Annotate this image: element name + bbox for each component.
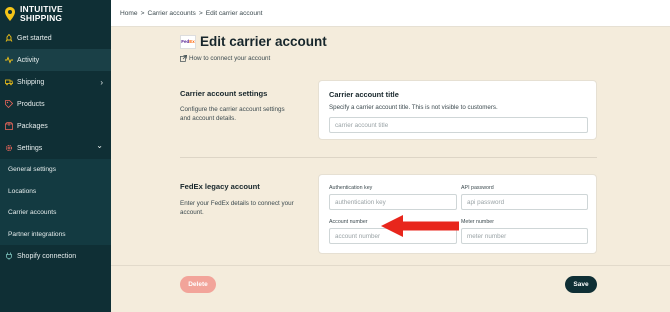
carrier-account-title-input[interactable] bbox=[329, 117, 588, 133]
chevron-down-icon: ⌄ bbox=[96, 141, 103, 150]
fedex-logo-ex: Ex bbox=[189, 39, 195, 44]
account-number-label: Account number bbox=[329, 219, 368, 225]
sidebar: INTUITIVE SHIPPING Get started Activity … bbox=[0, 0, 111, 312]
sidebar-item-label: Packages bbox=[17, 122, 48, 130]
location-pin-icon bbox=[5, 6, 15, 21]
section-divider bbox=[180, 157, 597, 158]
sidebar-nav: Get started Activity Shipping › Products bbox=[0, 27, 111, 267]
help-link[interactable]: How to connect your account bbox=[180, 55, 270, 62]
sidebar-item-packages[interactable]: Packages bbox=[0, 115, 111, 137]
box-icon bbox=[5, 122, 13, 130]
api-password-input[interactable] bbox=[461, 194, 588, 210]
meter-number-input[interactable] bbox=[461, 228, 588, 244]
breadcrumb-separator: > bbox=[198, 9, 203, 17]
sidebar-item-shipping[interactable]: Shipping › bbox=[0, 71, 111, 93]
sidebar-subitem-carrier-accounts[interactable]: Carrier accounts bbox=[0, 202, 111, 224]
breadcrumb-home[interactable]: Home bbox=[120, 10, 138, 17]
breadcrumb-current: Edit carrier account bbox=[205, 9, 263, 17]
chevron-right-icon: › bbox=[100, 78, 103, 87]
card-title: Carrier account title bbox=[329, 90, 399, 99]
sidebar-item-label: Settings bbox=[17, 144, 43, 152]
section-desc-settings: Configure the carrier account settings a… bbox=[180, 106, 285, 122]
sidebar-item-label: Shopify connection bbox=[17, 252, 77, 260]
sidebar-item-shopify-connection[interactable]: Shopify connection bbox=[0, 245, 111, 267]
plug-icon bbox=[5, 252, 13, 260]
save-button[interactable]: Save bbox=[565, 276, 597, 293]
annotation-arrow-icon bbox=[381, 215, 459, 237]
sidebar-item-activity[interactable]: Activity bbox=[0, 49, 111, 71]
sidebar-item-label: Activity bbox=[17, 56, 40, 64]
sidebar-subitem-locations[interactable]: Locations bbox=[0, 180, 111, 202]
sidebar-subitem-general-settings[interactable]: General settings bbox=[0, 159, 111, 181]
sidebar-item-label: Shipping bbox=[17, 78, 45, 86]
brand-name: INTUITIVE SHIPPING bbox=[20, 5, 63, 22]
sidebar-subitem-partner-integrations[interactable]: Partner integrations bbox=[0, 223, 111, 245]
tag-icon bbox=[5, 100, 13, 108]
delete-button[interactable]: Delete bbox=[180, 276, 216, 293]
sidebar-item-label: Get started bbox=[17, 34, 52, 42]
sidebar-item-products[interactable]: Products bbox=[0, 93, 111, 115]
carrier-title-card: Carrier account title Specify a carrier … bbox=[318, 80, 597, 140]
title-row: Fed Ex Edit carrier account bbox=[180, 34, 327, 49]
gear-icon bbox=[5, 144, 13, 152]
auth-key-input[interactable] bbox=[329, 194, 457, 210]
external-link-icon bbox=[180, 55, 187, 62]
help-link-text: How to connect your account bbox=[189, 55, 271, 62]
rocket-icon bbox=[5, 34, 13, 42]
section-title-fedex: FedEx legacy account bbox=[180, 182, 260, 191]
auth-key-label: Authentication key bbox=[329, 185, 373, 191]
truck-icon bbox=[5, 78, 13, 86]
meter-number-label: Meter number bbox=[461, 219, 494, 225]
main-content: Fed Ex Edit carrier account How to connec… bbox=[111, 27, 670, 312]
brand-logo[interactable]: INTUITIVE SHIPPING bbox=[0, 0, 111, 27]
breadcrumb: Home > Carrier accounts > Edit carrier a… bbox=[111, 0, 670, 27]
page-title: Edit carrier account bbox=[200, 34, 327, 49]
sidebar-item-settings[interactable]: Settings ⌄ bbox=[0, 137, 111, 159]
fedex-logo-fed: Fed bbox=[181, 39, 190, 44]
card-subtitle: Specify a carrier account title. This is… bbox=[329, 104, 498, 111]
section-title-settings: Carrier account settings bbox=[180, 89, 268, 98]
api-password-label: API password bbox=[461, 185, 494, 191]
section-desc-fedex: Enter your FedEx details to connect your… bbox=[180, 200, 294, 216]
pulse-icon bbox=[5, 56, 13, 64]
fedex-logo: Fed Ex bbox=[180, 34, 196, 49]
sidebar-item-get-started[interactable]: Get started bbox=[0, 27, 111, 49]
sidebar-item-label: Products bbox=[17, 100, 45, 108]
breadcrumb-carrier-accounts[interactable]: Carrier accounts bbox=[147, 10, 195, 17]
footer-divider bbox=[111, 265, 670, 266]
breadcrumb-separator: > bbox=[140, 9, 145, 17]
brand-name-line2: SHIPPING bbox=[20, 12, 63, 23]
